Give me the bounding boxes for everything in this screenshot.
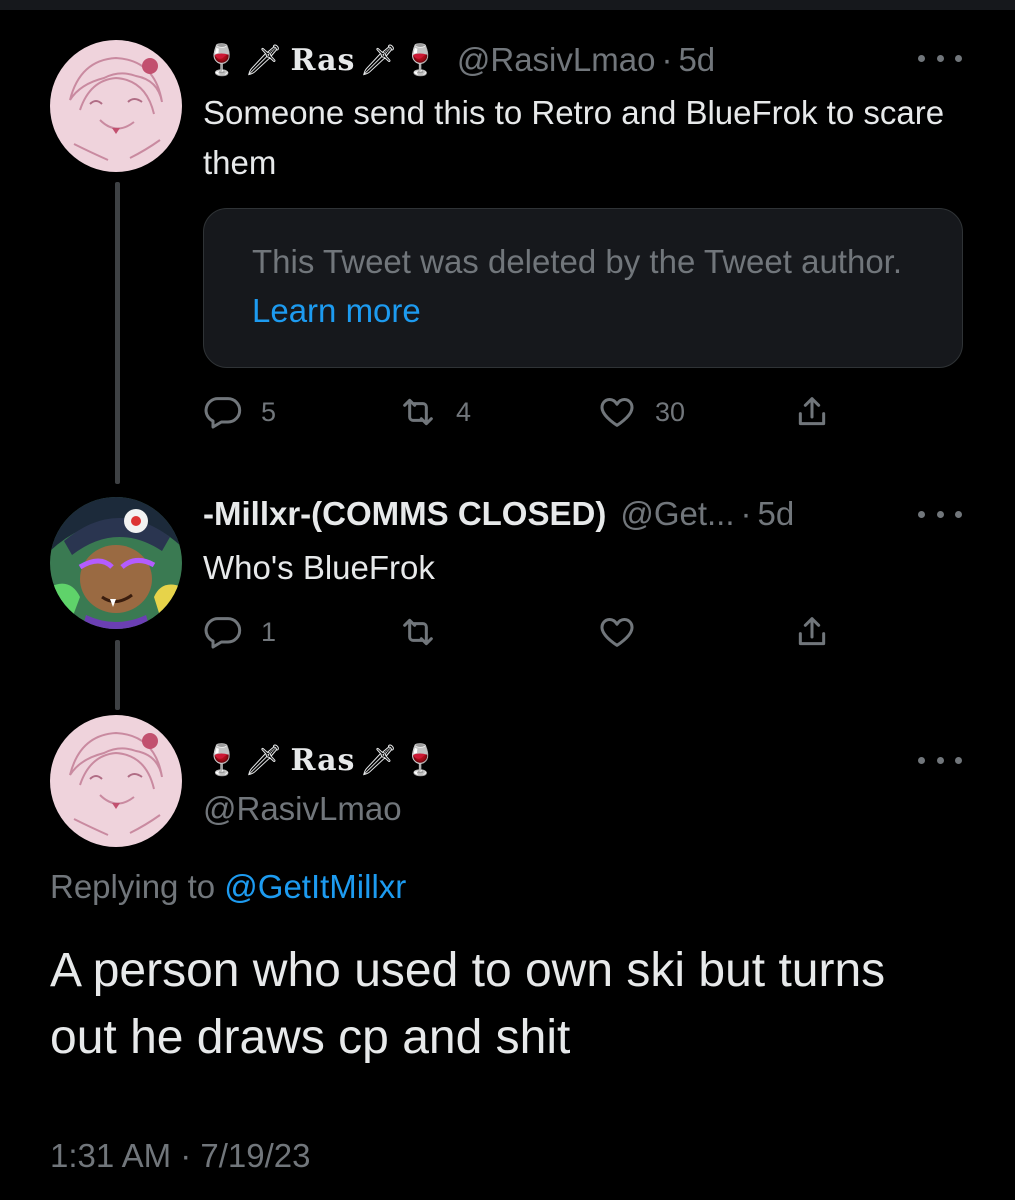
tweet2-age[interactable]: 5d	[758, 495, 795, 533]
main-tweet-display-name[interactable]: Ras	[290, 743, 355, 778]
thread-line-2	[115, 640, 120, 710]
dagger-icon: 🗡	[244, 42, 283, 78]
retweet-count: 4	[456, 396, 472, 427]
heart-icon	[600, 618, 634, 647]
heart-icon	[600, 398, 634, 427]
tweet2-reply-button[interactable]: 1	[203, 612, 276, 652]
retweet-icon	[403, 618, 433, 646]
dagger-icon: 🗡	[359, 42, 398, 78]
tweet2-display-name[interactable]: -Millxr-(COMMS CLOSED)	[203, 495, 606, 533]
tweet1-age[interactable]: 5d	[678, 41, 715, 79]
reply-button[interactable]: 5	[203, 392, 276, 432]
dagger-icon: 🗡	[359, 742, 398, 778]
tweet2-share-button[interactable]	[792, 612, 832, 652]
reply-count: 5	[261, 396, 277, 427]
reply-icon	[204, 617, 242, 649]
tweet2-handle[interactable]: @Get...	[620, 495, 734, 533]
like-count: 30	[655, 396, 686, 427]
share-icon	[798, 617, 826, 646]
dagger-icon: 🗡	[244, 742, 283, 778]
learn-more-link[interactable]: Learn more	[252, 292, 421, 329]
replying-to-label: Replying to	[50, 868, 216, 905]
avatar-millxr-art	[50, 497, 182, 629]
retweet-button[interactable]: 4	[398, 392, 471, 432]
thread-line-1	[115, 182, 120, 484]
deleted-tweet-notice: This Tweet was deleted by the Tweet auth…	[252, 243, 903, 280]
share-button[interactable]	[792, 392, 832, 432]
wine-glass-icon: 🍷	[203, 742, 241, 778]
top-bar	[0, 0, 1015, 10]
main-tweet-handle[interactable]: @RasivLmao	[203, 784, 402, 834]
tweet2-header: -Millxr-(COMMS CLOSED) @Get... · 5d	[203, 492, 794, 536]
replying-to-handle[interactable]: @GetItMillxr	[224, 868, 406, 905]
main-tweet-header: 🍷 🗡 Ras 🗡 🍷	[203, 738, 443, 782]
avatar-ras-art	[50, 40, 182, 172]
wine-glass-icon: 🍷	[203, 42, 241, 78]
avatar-ras[interactable]	[50, 40, 182, 172]
tweet2-reply-count: 1	[261, 616, 277, 647]
wine-glass-icon: 🍷	[401, 742, 439, 778]
tweet1-text: Someone send this to Retro and BlueFrok …	[203, 94, 945, 181]
main-tweet-text: A person who used to own ski but turns o…	[50, 944, 886, 1064]
tweet2-retweet-button[interactable]	[398, 612, 438, 652]
avatar-millxr[interactable]	[50, 497, 182, 629]
reply-icon	[204, 397, 242, 429]
tweet1-header: 🍷 🗡 Ras 🗡 🍷 @RasivLmao · 5d	[203, 38, 715, 82]
tweet1-more-icon[interactable]	[918, 48, 962, 68]
tweet1-display-name[interactable]: Ras	[290, 43, 355, 78]
tweet2-like-button[interactable]	[597, 612, 637, 652]
wine-glass-icon: 🍷	[401, 42, 439, 78]
replying-to: Replying to @GetItMillxr	[50, 868, 406, 906]
tweet1-handle[interactable]: @RasivLmao	[457, 41, 656, 79]
like-button[interactable]: 30	[597, 392, 685, 432]
tweet2-text: Who's BlueFrok	[203, 549, 435, 586]
tweet2-separator: ·	[740, 495, 752, 532]
tweet2-more-icon[interactable]	[918, 504, 962, 524]
main-tweet-timestamp[interactable]: 1:31 AM · 7/19/23	[50, 1137, 311, 1175]
share-icon	[798, 397, 826, 426]
tweet1-separator: ·	[661, 41, 673, 78]
avatar-ras-main[interactable]	[50, 715, 182, 847]
deleted-tweet-card: This Tweet was deleted by the Tweet auth…	[203, 208, 963, 368]
avatar-ras-main-art	[50, 715, 182, 847]
main-tweet-more-icon[interactable]	[918, 750, 962, 770]
retweet-icon	[403, 398, 433, 426]
